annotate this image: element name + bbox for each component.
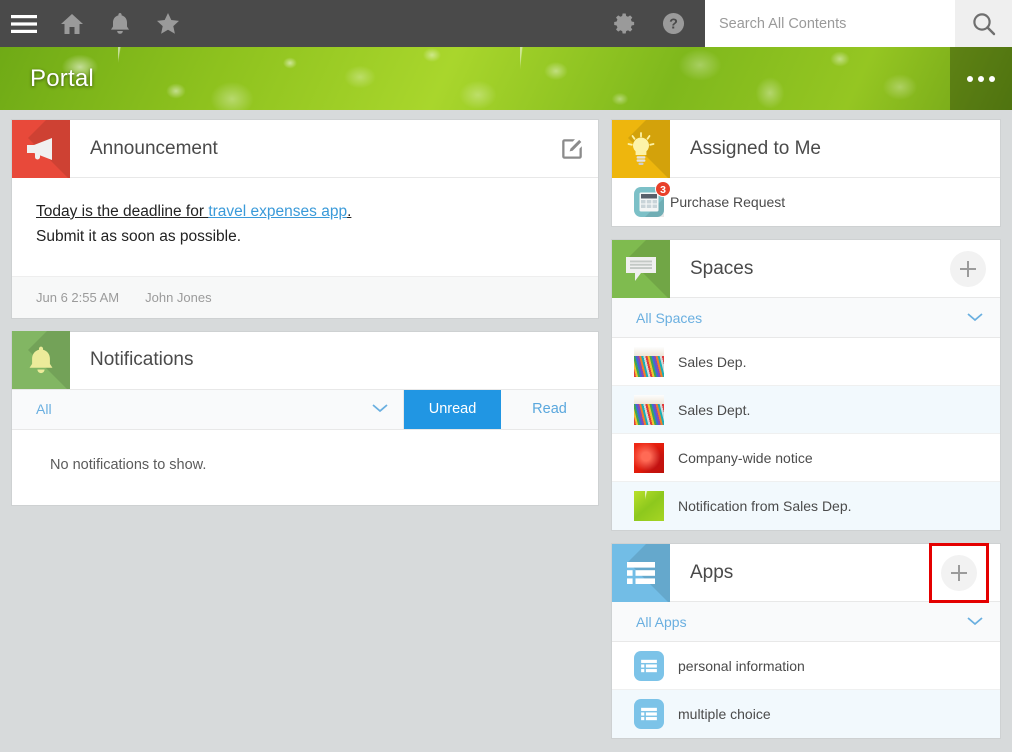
- spaces-title: Spaces: [690, 258, 753, 280]
- star-icon[interactable]: [144, 0, 192, 47]
- space-thumbnail: [634, 347, 664, 377]
- announcement-text-suffix: .: [347, 203, 351, 220]
- space-thumbnail: [634, 395, 664, 425]
- notifications-panel: Notifications All Unread Read No notific…: [12, 332, 598, 505]
- right-column: Assigned to Me: [612, 120, 1000, 752]
- space-thumbnail: [634, 491, 664, 521]
- space-thumbnail: [634, 443, 664, 473]
- ellipsis-dot: [978, 76, 984, 82]
- add-app-button[interactable]: [932, 546, 986, 600]
- search-input[interactable]: [705, 0, 955, 47]
- app-label: multiple choice: [678, 706, 771, 722]
- apps-title: Apps: [690, 562, 733, 584]
- search-box: [705, 0, 1012, 47]
- calculator-app-icon: 3: [634, 187, 664, 217]
- lightbulb-icon: [612, 120, 670, 178]
- spaces-filter-select[interactable]: All Spaces: [612, 298, 1000, 338]
- apps-header: Apps: [612, 544, 1000, 602]
- notifications-filter-value: All: [36, 401, 52, 417]
- notifications-filter-bar: All Unread Read: [12, 390, 598, 430]
- space-label: Sales Dep.: [678, 354, 746, 370]
- spaces-filter-value: All Spaces: [636, 310, 702, 326]
- announcement-edit-button[interactable]: [560, 137, 584, 161]
- banner-more-button[interactable]: [950, 47, 1012, 110]
- plus-icon: [950, 251, 986, 287]
- announcement-header: Announcement: [12, 120, 598, 178]
- assigned-to-me-title: Assigned to Me: [690, 138, 821, 160]
- portal-banner: Portal: [0, 47, 1012, 110]
- list-item-label: Purchase Request: [670, 194, 785, 210]
- announcement-title: Announcement: [90, 138, 218, 160]
- apps-filter-select[interactable]: All Apps: [612, 602, 1000, 642]
- search-button[interactable]: [955, 0, 1012, 47]
- announcement-timestamp: Jun 6 2:55 AM: [36, 290, 119, 305]
- announcement-text-prefix: Today is the deadline for: [36, 203, 208, 220]
- left-column: Announcement Today is the deadline for t…: [12, 120, 598, 519]
- notifications-header: Notifications: [12, 332, 598, 390]
- assigned-to-me-header: Assigned to Me: [612, 120, 1000, 178]
- add-space-button[interactable]: [950, 251, 986, 287]
- space-label: Sales Dept.: [678, 402, 750, 418]
- list-app-icon: [634, 699, 664, 729]
- bell-icon: [12, 331, 70, 389]
- home-icon[interactable]: [48, 0, 96, 47]
- gear-icon[interactable]: [601, 0, 649, 47]
- chevron-down-icon: [371, 401, 389, 417]
- spaces-panel: Spaces All Spaces: [612, 240, 1000, 530]
- app-label: personal information: [678, 658, 805, 674]
- table-row[interactable]: Notification from Sales Dep.: [612, 482, 1000, 530]
- help-icon[interactable]: ?: [649, 0, 697, 47]
- banner-background-image: [0, 47, 1012, 110]
- announcement-line-2: Submit it as soon as possible.: [36, 225, 574, 250]
- page-title: Portal: [30, 47, 94, 110]
- table-row[interactable]: Sales Dep.: [612, 338, 1000, 386]
- announcement-footer: Jun 6 2:55 AM John Jones: [12, 276, 598, 318]
- portal-content: Announcement Today is the deadline for t…: [0, 110, 1012, 730]
- table-row[interactable]: Sales Dept.: [612, 386, 1000, 434]
- notifications-filter-select[interactable]: All: [12, 390, 404, 429]
- plus-icon: [941, 555, 977, 591]
- chevron-down-icon: [966, 614, 984, 630]
- apps-filter-value: All Apps: [636, 614, 687, 630]
- tab-read[interactable]: Read: [501, 390, 598, 429]
- spaces-header: Spaces: [612, 240, 1000, 298]
- list-icon: [612, 544, 670, 602]
- megaphone-icon: [12, 120, 70, 178]
- chevron-down-icon: [966, 310, 984, 326]
- space-label: Company-wide notice: [678, 450, 813, 466]
- tab-unread[interactable]: Unread: [404, 390, 501, 429]
- announcement-body: Today is the deadline for travel expense…: [12, 178, 598, 276]
- list-item[interactable]: 3 Purchase Request: [612, 178, 1000, 226]
- status-badge: 3: [655, 181, 671, 197]
- announcement-line-1: Today is the deadline for travel expense…: [36, 200, 574, 225]
- menu-icon[interactable]: [0, 0, 48, 47]
- table-row[interactable]: personal information: [612, 642, 1000, 690]
- svg-text:?: ?: [669, 17, 678, 33]
- table-row[interactable]: multiple choice: [612, 690, 1000, 738]
- bell-icon[interactable]: [96, 0, 144, 47]
- topbar-right-group: ?: [601, 0, 1012, 47]
- assigned-to-me-panel: Assigned to Me: [612, 120, 1000, 226]
- notifications-title: Notifications: [90, 349, 194, 371]
- table-row[interactable]: Company-wide notice: [612, 434, 1000, 482]
- apps-panel: Apps All Apps: [612, 544, 1000, 738]
- list-app-icon: [634, 651, 664, 681]
- notifications-empty-message: No notifications to show.: [12, 430, 598, 505]
- ellipsis-dot: [989, 76, 995, 82]
- announcement-author: John Jones: [145, 290, 212, 305]
- ellipsis-dot: [967, 76, 973, 82]
- space-label: Notification from Sales Dep.: [678, 498, 852, 514]
- announcement-panel: Announcement Today is the deadline for t…: [12, 120, 598, 318]
- speech-bubble-icon: [612, 240, 670, 298]
- top-navigation-bar: ?: [0, 0, 1012, 47]
- travel-expenses-app-link[interactable]: travel expenses app: [208, 203, 347, 220]
